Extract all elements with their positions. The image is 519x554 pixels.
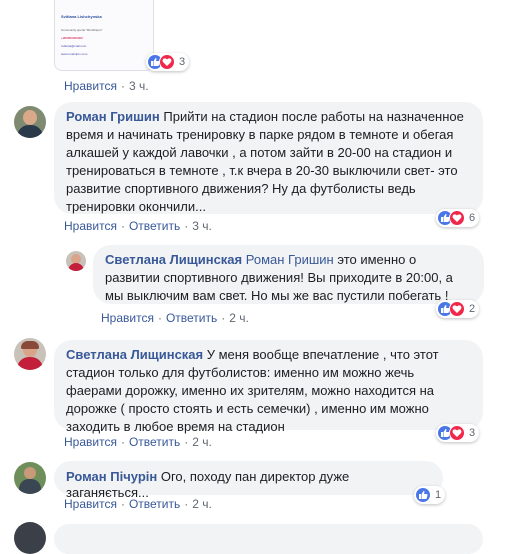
reply-link[interactable]: Ответить: [166, 311, 217, 325]
heart-icon: [449, 425, 465, 441]
timestamp[interactable]: 2 ч.: [192, 435, 212, 449]
comment-bubble: Светлана Лищинская Роман Гришин это имен…: [93, 245, 484, 304]
timestamp[interactable]: 3 ч.: [129, 79, 149, 93]
comment-text: Прийти на стадион после работы на назнач…: [66, 109, 464, 214]
reaction-count: 3: [469, 427, 476, 439]
reaction-count: 3: [179, 56, 186, 68]
like-link[interactable]: Нравится: [64, 219, 117, 233]
comment-author[interactable]: Светлана Лищинская: [105, 252, 242, 267]
business-card-email: svitlana@mail.com: [61, 44, 87, 48]
image-attachment[interactable]: Svitlana Lishchynska Community sports "R…: [54, 0, 154, 71]
business-card-site: www.rundnipro.com: [61, 52, 88, 56]
comment-actions: Нравится · Ответить · 3 ч.: [64, 219, 212, 233]
comment-author[interactable]: Светлана Лищинская: [66, 347, 203, 362]
avatar[interactable]: [14, 462, 46, 494]
reaction-summary[interactable]: 3: [146, 53, 190, 71]
like-link[interactable]: Нравится: [64, 497, 117, 511]
like-link[interactable]: Нравится: [64, 79, 117, 93]
like-link[interactable]: Нравится: [101, 311, 154, 325]
comment-actions: Нравится · Ответить · 2 ч.: [64, 435, 212, 449]
timestamp[interactable]: 3 ч.: [192, 219, 212, 233]
heart-icon: [449, 301, 465, 317]
reaction-count: 6: [469, 212, 476, 224]
comment-bubble: Светлана Лищинская У меня вообще впечатл…: [54, 340, 483, 434]
reply-link[interactable]: Ответить: [129, 219, 180, 233]
timestamp[interactable]: 2 ч.: [192, 497, 212, 511]
reaction-summary[interactable]: 3: [436, 424, 480, 442]
reaction-summary[interactable]: 6: [436, 209, 480, 227]
reply-link[interactable]: Ответить: [129, 435, 180, 449]
comment-actions: Нравится · Ответить · 2 ч.: [64, 497, 212, 511]
like-icon: [415, 487, 431, 503]
business-card-name: Svitlana Lishchynska: [61, 14, 102, 19]
reaction-summary[interactable]: 2: [436, 300, 480, 318]
timestamp[interactable]: 2 ч.: [229, 311, 249, 325]
heart-icon: [159, 54, 175, 70]
comment-actions: Нравится · Ответить · 2 ч.: [101, 311, 249, 325]
comment-actions: Нравится · 3 ч.: [64, 79, 149, 93]
reply-link[interactable]: Ответить: [129, 497, 180, 511]
business-card-line: Community sports "RunDnipro": [61, 28, 103, 32]
reaction-count: 1: [435, 489, 442, 501]
heart-icon: [449, 210, 465, 226]
reaction-count: 2: [469, 303, 476, 315]
avatar[interactable]: [14, 338, 46, 370]
mention-link[interactable]: Роман Гришин: [246, 252, 334, 267]
avatar[interactable]: [14, 106, 46, 138]
business-card-phone: +380950000000: [61, 36, 83, 40]
comment-author[interactable]: Роман Гришин: [66, 109, 160, 124]
comment-bubble: [54, 524, 483, 554]
avatar[interactable]: [66, 251, 86, 271]
comment-author[interactable]: Роман Пічурін: [66, 469, 157, 484]
like-link[interactable]: Нравится: [64, 435, 117, 449]
comment-bubble: Роман Пічурін Ого, походу пан директор д…: [54, 461, 443, 500]
reaction-summary[interactable]: 1: [414, 486, 446, 504]
comment-bubble: Роман Гришин Прийти на стадион после раб…: [54, 102, 483, 214]
